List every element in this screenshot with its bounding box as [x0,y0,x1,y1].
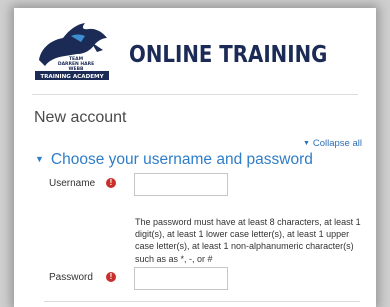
required-exclamation-icon[interactable]: ! [106,272,116,282]
username-input[interactable] [134,173,228,196]
password-policy-text: The password must have at least 8 charac… [135,217,361,264]
chevron-down-icon: ▼ [35,154,44,164]
triangle-down-icon: ▼ [302,140,310,147]
collapse-all-link[interactable]: ▼ Collapse all [303,138,362,149]
section-toggle-username-password[interactable]: ▼ Choose your username and password [35,151,313,169]
password-input[interactable] [134,267,228,290]
site-header: TEAM DARREN HARE WEBB TRAINING ACADEMY O… [14,8,376,88]
site-title: ONLINE TRAINING [129,42,328,68]
required-exclamation-icon[interactable]: ! [106,178,116,188]
collapse-all-label: Collapse all [312,138,362,149]
header-divider [32,94,358,95]
signup-card: TEAM DARREN HARE WEBB TRAINING ACADEMY O… [14,8,376,307]
section-title: Choose your username and password [50,151,313,168]
training-academy-logo[interactable]: TEAM DARREN HARE WEBB TRAINING ACADEMY [31,20,113,80]
username-label: Username [49,178,96,189]
page-heading: New account [34,109,127,126]
logo-banner-text: TRAINING ACADEMY [40,74,104,80]
password-label: Password [49,272,93,283]
form-bottom-divider [44,301,360,302]
